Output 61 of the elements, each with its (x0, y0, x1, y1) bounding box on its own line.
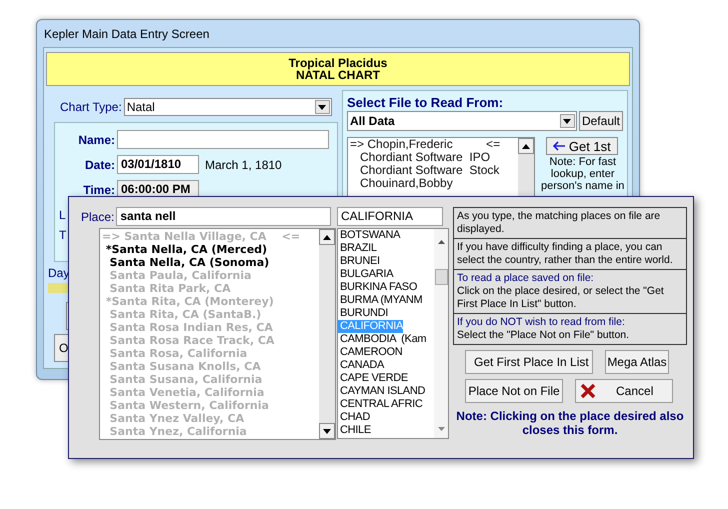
place-field[interactable]: santa nell (116, 207, 332, 226)
country-item[interactable]: BULGARIA (338, 268, 394, 281)
date-field[interactable]: 03/01/1810 (117, 155, 199, 174)
country-item[interactable]: CAMBODIA (Kam (338, 333, 426, 346)
chart-banner: Tropical Placidus NATAL CHART (46, 52, 630, 86)
chart-type-dropdown[interactable]: Natal (124, 98, 332, 116)
scrollbar[interactable] (434, 229, 448, 438)
window-title: Kepler Main Data Entry Screen (43, 26, 210, 43)
help-text: If you have difficulty finding a place, you can select the country, rather than the entire world. (457, 241, 674, 267)
country-item[interactable]: CHAD (338, 411, 370, 424)
left-arrow-icon (553, 140, 566, 150)
place-item[interactable]: Santa Nella, CA (Sonoma) (100, 256, 319, 269)
day-label: Day (48, 265, 70, 280)
get-first-place-button[interactable]: Get First Place In List (465, 350, 593, 374)
file-dropdown[interactable]: All Data (347, 111, 577, 131)
place-not-on-file-button[interactable]: Place Not on File (465, 379, 563, 403)
date-label: Date: (84, 158, 115, 172)
country-item[interactable]: BURUNDI (338, 307, 388, 320)
record-item[interactable]: Chordiant Software IPO (348, 151, 518, 164)
place-item[interactable]: *Santa Nella, CA (Merced) (100, 243, 319, 256)
record-item[interactable]: => Chopin,Frederic <= (348, 138, 518, 151)
country-item[interactable]: CENTRAL AFRIC (338, 398, 422, 411)
country-item[interactable]: CAPE VERDE (338, 372, 408, 385)
field-label: L (59, 207, 66, 222)
country-item[interactable]: BURMA (MYANM (338, 294, 422, 307)
country-item[interactable]: CANADA (338, 359, 384, 372)
country-item[interactable]: BRAZIL (338, 242, 377, 255)
chart-type-label: Chart Type: (60, 100, 122, 114)
x-icon (580, 383, 596, 399)
country-field[interactable]: CALIFORNIA (337, 207, 443, 226)
country-item[interactable]: CAMEROON (338, 346, 402, 359)
mega-atlas-button[interactable]: Mega Atlas (605, 350, 669, 374)
record-item[interactable]: Chordiant Software Stock (348, 164, 518, 177)
scroll-down-icon[interactable] (319, 423, 335, 439)
scroll-up-icon[interactable] (319, 229, 335, 245)
time-label: Time: (82, 182, 115, 196)
help-text: As you type, the matching places on file are displayed. (457, 210, 662, 236)
help-text: Select the "Place Not on File" button. (457, 329, 630, 342)
scrollbar[interactable] (319, 229, 335, 439)
country-item[interactable]: BURKINA FASO (338, 281, 418, 294)
name-label: Name: (77, 132, 115, 146)
date-text: March 1, 1810 (205, 158, 282, 172)
country-item[interactable]: CHILE (338, 424, 371, 437)
cancel-button[interactable]: Cancel (575, 379, 673, 403)
place-label: Place: (81, 210, 114, 224)
field-label: T (59, 227, 66, 242)
name-field[interactable] (117, 130, 329, 149)
record-item[interactable]: Chouinard,Bobby (348, 177, 518, 190)
scroll-thumb[interactable] (434, 269, 448, 285)
default-button[interactable]: Default (578, 111, 623, 131)
get-first-button[interactable]: Get 1st (546, 137, 618, 155)
help-heading: To read a place saved on file: (457, 272, 595, 285)
help-heading: If you do NOT wish to read from file: (457, 316, 626, 329)
country-item[interactable]: BRUNEI (338, 255, 380, 268)
file-select-title: Select File to Read From: (347, 94, 504, 110)
help-text: Click on the place desired, or select the "Get First Place In List" button. (457, 285, 665, 311)
scroll-up-icon[interactable] (518, 138, 534, 154)
country-item[interactable]: BOTSWANA (338, 229, 400, 242)
close-note: Note: Clicking on the place desired also closes this form. (455, 409, 685, 437)
lookup-note: Note: For fast lookup, enter person's name in (541, 156, 624, 192)
country-item[interactable]: CAYMAN ISLAND (338, 385, 426, 398)
